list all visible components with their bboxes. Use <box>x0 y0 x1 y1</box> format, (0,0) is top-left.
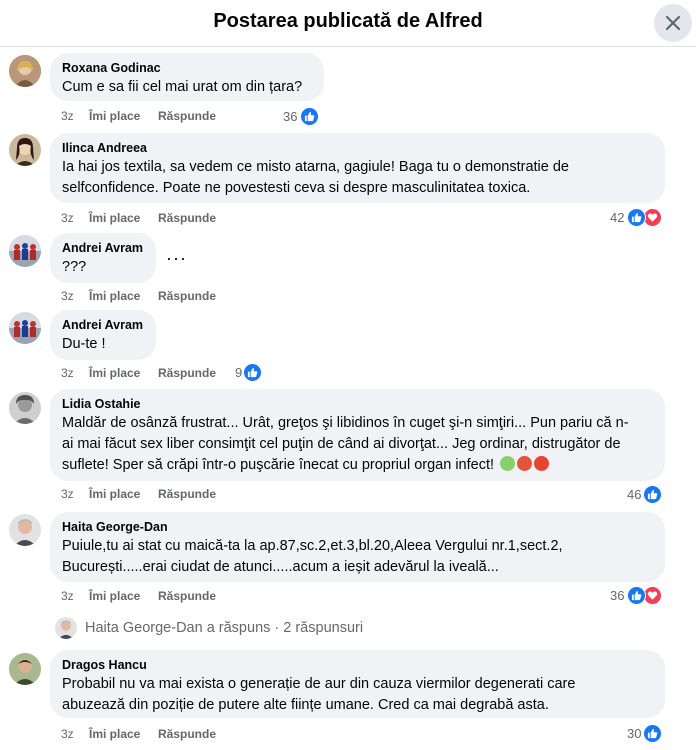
reply-button[interactable]: Răspunde <box>158 211 216 225</box>
comment-author[interactable]: Andrei Avram <box>62 240 144 256</box>
like-button[interactable]: Îmi place <box>89 109 140 123</box>
like-reaction-icon <box>627 208 646 227</box>
avatar[interactable] <box>9 514 41 546</box>
close-icon <box>665 15 681 31</box>
comment-time[interactable]: 3z <box>61 366 74 380</box>
dialog-header: Postarea publicată de Alfred <box>0 0 696 47</box>
like-reaction-icon <box>300 107 319 126</box>
comment-text: ??? <box>62 259 87 275</box>
comment-text-line: Ia hai jos textila, sa vedem ce misto at… <box>62 159 569 175</box>
comment-author[interactable]: Roxana Godinac <box>62 60 312 76</box>
more-options-icon[interactable]: ··· <box>166 248 187 269</box>
view-replies-link[interactable]: Haita George-Dan a răspuns · 2 răspunsur… <box>55 617 395 641</box>
avatar[interactable] <box>9 392 41 424</box>
reply-button[interactable]: Răspunde <box>158 289 216 303</box>
angry-face-emoji-icon <box>517 456 533 471</box>
reply-button[interactable]: Răspunde <box>158 366 216 380</box>
like-reaction-icon <box>627 586 646 605</box>
avatar[interactable] <box>9 134 41 166</box>
comment-bubble: Roxana Godinac Cum e sa fii cel mai urat… <box>50 53 324 101</box>
reaction-count: 46 <box>627 487 642 502</box>
like-button[interactable]: Îmi place <box>89 366 140 380</box>
comment-time[interactable]: 3z <box>61 589 74 603</box>
comment-time[interactable]: 3z <box>61 727 74 741</box>
reaction-count: 30 <box>627 726 642 741</box>
avatar[interactable] <box>9 55 41 87</box>
nauseated-emoji-icon <box>500 456 516 471</box>
comment-bubble: Andrei Avram ??? <box>50 233 156 283</box>
reply-button[interactable]: Răspunde <box>158 109 216 123</box>
like-button[interactable]: Îmi place <box>89 211 140 225</box>
comment-text: Probabil nu va mai exista o generație de… <box>62 674 653 716</box>
comment-time[interactable]: 3z <box>61 109 74 123</box>
comment-bubble: Lidia Ostahie Maldăr de osânză frustrat.… <box>50 389 665 481</box>
like-reaction-icon <box>643 485 662 504</box>
avatar[interactable] <box>9 235 41 267</box>
reply-summary-text: Haita George-Dan a răspuns · 2 răspunsur… <box>85 620 364 636</box>
comment-author[interactable]: Dragos Hancu <box>62 657 653 673</box>
comment-text: Du-te ! <box>62 336 106 352</box>
comment-bubble: Dragos Hancu Probabil nu va mai exista o… <box>50 650 665 718</box>
comment-text-line: suflete! Sper să crăpi într-o puşcărie î… <box>62 455 653 476</box>
avatar <box>55 617 77 639</box>
comment-time[interactable]: 3z <box>61 289 74 303</box>
comment-text: Maldăr de osânză frustrat... Urât, greţo… <box>62 413 653 476</box>
comment-text-line: Maldăr de osânză frustrat... Urât, greţo… <box>62 415 629 431</box>
reaction-count: 9 <box>235 365 243 380</box>
avatar[interactable] <box>9 312 41 344</box>
comment-author[interactable]: Haita George-Dan <box>62 519 653 535</box>
like-button[interactable]: Îmi place <box>89 589 140 603</box>
comment-bubble: Andrei Avram Du-te ! <box>50 310 156 360</box>
like-button[interactable]: Îmi place <box>89 487 140 501</box>
reaction-count: 42 <box>610 210 625 225</box>
comment-text: Ia hai jos textila, sa vedem ce misto at… <box>62 157 653 199</box>
comment-text-line: București.....erai ciudat de atunci.....… <box>62 559 499 575</box>
reply-button[interactable]: Răspunde <box>158 589 216 603</box>
reaction-count: 36 <box>610 588 625 603</box>
comment-text: Cum e sa fii cel mai urat om din țara? <box>62 79 303 95</box>
comment-text-line: Probabil nu va mai exista o generație de… <box>62 676 576 692</box>
dialog-title: Postarea publicată de Alfred <box>213 10 483 32</box>
reply-button[interactable]: Răspunde <box>158 487 216 501</box>
like-button[interactable]: Îmi place <box>89 727 140 741</box>
reply-button[interactable]: Răspunde <box>158 727 216 741</box>
comment-text-segment: suflete! Sper să crăpi într-o puşcărie î… <box>62 457 494 473</box>
comment-author[interactable]: Lidia Ostahie <box>62 396 653 412</box>
comment-author[interactable]: Andrei Avram <box>62 317 144 333</box>
comment-text-line: abuzează din poziție de putere alte fiin… <box>62 697 549 713</box>
comment-author[interactable]: Ilinca Andreea <box>62 140 653 156</box>
comment-time[interactable]: 3z <box>61 487 74 501</box>
comment-text-line: selfconfidence. Poate ne povestesti ceva… <box>62 180 531 196</box>
avatar[interactable] <box>9 653 41 685</box>
like-reaction-icon <box>643 724 662 743</box>
comment-bubble: Ilinca Andreea Ia hai jos textila, sa ve… <box>50 133 665 203</box>
close-button[interactable] <box>654 4 692 42</box>
comment-text-line: ai mai făcut sex liber consimţit cel puţ… <box>62 436 621 452</box>
comment-time[interactable]: 3z <box>61 211 74 225</box>
comment-bubble: Haita George-Dan Puiule,tu ai stat cu ma… <box>50 512 665 582</box>
like-button[interactable]: Îmi place <box>89 289 140 303</box>
comment-text: Puiule,tu ai stat cu maică-ta la ap.87,s… <box>62 536 653 578</box>
angry-face-emoji-icon <box>534 456 550 471</box>
reaction-count: 36 <box>283 109 298 124</box>
comment-text-line: Puiule,tu ai stat cu maică-ta la ap.87,s… <box>62 538 563 554</box>
like-reaction-icon <box>243 363 262 382</box>
